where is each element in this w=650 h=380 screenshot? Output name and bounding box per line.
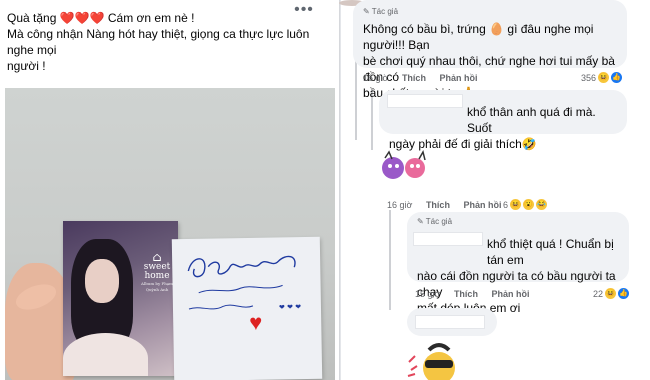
svg-text:❤ ❤ ❤: ❤ ❤ ❤ <box>279 303 301 311</box>
heart-icon: ♥ <box>249 309 263 335</box>
comment-bubble: khổ thân anh quá đi mà. Suốt ngày phải đ… <box>379 90 627 151</box>
post-photo[interactable]: ⌂ sweet home Album by Phạm Quỳnh Anh ❤ ❤… <box>5 88 335 380</box>
author-badge: ✎ Tác giả <box>363 7 399 16</box>
comments-panel: ✎ Tác giả Không có bầu bì, trứng 🥚 gì đâ… <box>339 0 650 380</box>
caption-line: Quà tặng ❤️❤️❤️ Cám ơn em nè ! <box>7 11 195 25</box>
comment-text: khổ thân anh quá đi mà. Suốt <box>467 105 596 135</box>
caption-line: Mà công nhận Nàng hót hay thiệt, giọng c… <box>7 27 310 57</box>
signed-card: ❤ ❤ ❤ ♥ <box>171 236 323 380</box>
thread-line <box>355 60 357 140</box>
comment-bubble: ✎ Tác giả khổ thiệt quá ! Chuẩn bị tán e… <box>407 212 629 315</box>
screenshot-root: ••• Quà tặng ❤️❤️❤️ Cám ơn em nè ! Mà cô… <box>0 0 650 380</box>
comment-meta: 16 giờ Thích Phản hồi <box>387 200 512 210</box>
reaction-number: 22 <box>593 288 604 299</box>
brand-name: sweet home <box>143 262 171 281</box>
facebook-post: ••• Quà tặng ❤️❤️❤️ Cám ơn em nè ! Mà cô… <box>0 0 340 380</box>
thread-line <box>389 210 391 310</box>
caption-line: người ! <box>7 59 46 73</box>
haha-icon: 😆 <box>605 288 617 299</box>
comment-bubble: ✎ Tác giả Không có bầu bì, trứng 🥚 gì đâ… <box>353 0 627 100</box>
comment-meta: 15 giờ Thích Phản hồi <box>415 289 540 299</box>
like-link[interactable]: Thích <box>402 73 426 83</box>
sticker-image <box>405 342 465 380</box>
portrait-face <box>85 259 119 303</box>
haha-icon: 😂 <box>536 199 548 210</box>
reaction-count[interactable]: 356 😆 👍 <box>581 72 623 83</box>
comment-meta: 16 giờ Thích Phản hồi <box>363 73 488 83</box>
reaction-count[interactable]: 22 😆 👍 <box>593 288 630 299</box>
author-label: Tác giả <box>371 7 399 16</box>
album-brand: ⌂ sweet home Album by Phạm Quỳnh Anh <box>137 251 177 293</box>
wow-icon: 😮 <box>523 199 535 210</box>
brand-sub: Album by Phạm Quỳnh Anh <box>141 281 173 292</box>
reply-link[interactable]: Phản hồi <box>463 200 501 210</box>
album-cover: ⌂ sweet home Album by Phạm Quỳnh Anh <box>63 221 178 376</box>
like-icon: 👍 <box>618 288 630 299</box>
reaction-count[interactable]: 6 😆 😮 😂 <box>503 199 548 210</box>
redacted-name <box>415 315 485 329</box>
portrait-shoulder <box>63 333 148 376</box>
comment-text: Không có bầu bì, trứng 🥚 gì đâu nghe mọi… <box>363 22 594 52</box>
redacted-name <box>413 232 483 246</box>
signature-drawing: ❤ ❤ ❤ <box>187 255 301 311</box>
comment-time[interactable]: 16 giờ <box>387 200 412 210</box>
author-label: Tác giả <box>425 217 453 226</box>
author-badge: ✎ Tác giả <box>417 217 453 226</box>
haha-icon: 😆 <box>510 199 522 210</box>
redacted-name <box>387 94 463 108</box>
reaction-number: 6 <box>503 199 509 210</box>
reply-link[interactable]: Phản hồi <box>491 289 529 299</box>
haha-icon: 😆 <box>598 72 610 83</box>
comment-time[interactable]: 15 giờ <box>415 289 440 299</box>
like-icon: 👍 <box>611 72 623 83</box>
comment-bubble <box>407 308 497 336</box>
reaction-number: 356 <box>581 72 597 83</box>
reply-link[interactable]: Phản hồi <box>439 73 477 83</box>
comment-time[interactable]: 16 giờ <box>363 73 388 83</box>
sticker-image <box>377 150 433 186</box>
like-link[interactable]: Thích <box>426 200 450 210</box>
post-caption: Quà tặng ❤️❤️❤️ Cám ơn em nè ! Mà công n… <box>7 10 325 74</box>
like-link[interactable]: Thích <box>454 289 478 299</box>
